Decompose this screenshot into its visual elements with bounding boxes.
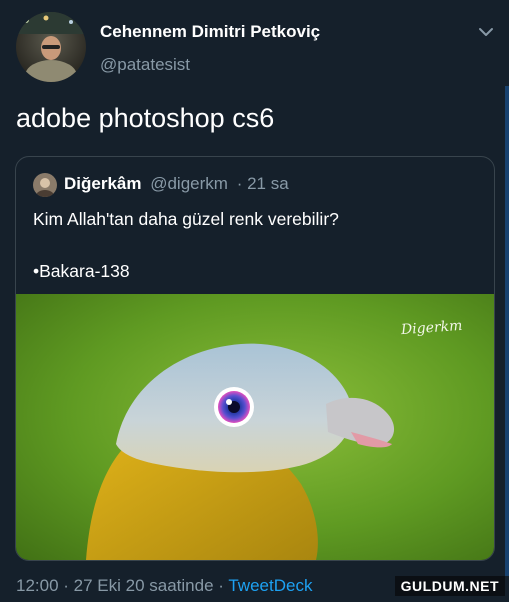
quoted-author-handle[interactable]: @digerkm <box>150 174 228 193</box>
quoted-tweet[interactable]: Diğerkâm @digerkm · 21 sa Kim Allah'tan … <box>15 156 495 561</box>
site-watermark: GULDUM.NET <box>394 576 505 596</box>
tweet-time[interactable]: 12:00 <box>16 576 59 595</box>
chevron-down-icon[interactable] <box>477 26 495 38</box>
author-handle[interactable]: @patatesist <box>100 55 190 75</box>
tweet-text: adobe photoshop cs6 <box>16 103 275 133</box>
tweet-date[interactable]: 27 Eki 20 saatinde <box>74 576 214 595</box>
author-name[interactable]: Cehennem Dimitri Petkoviç <box>100 22 320 42</box>
footer-separator: · <box>58 576 74 595</box>
quoted-author-name[interactable]: Diğerkâm <box>64 174 141 193</box>
scrollbar[interactable] <box>505 86 509 576</box>
author-avatar[interactable] <box>16 12 86 82</box>
quoted-time[interactable]: · 21 sa <box>237 174 289 193</box>
tweet-footer: 12:00 · 27 Eki 20 saatinde · TweetDeck <box>16 576 312 596</box>
quoted-header: Diğerkâm @digerkm · 21 sa <box>64 174 289 194</box>
tweet-source-link[interactable]: TweetDeck <box>228 576 312 595</box>
quoted-image[interactable]: Digerkm <box>16 294 494 560</box>
quoted-text-line1: Kim Allah'tan daha güzel renk verebilir? <box>33 209 339 229</box>
quoted-text-line2: •Bakara-138 <box>33 261 130 281</box>
quoted-author-avatar[interactable] <box>33 173 57 197</box>
footer-separator: · <box>213 576 229 595</box>
